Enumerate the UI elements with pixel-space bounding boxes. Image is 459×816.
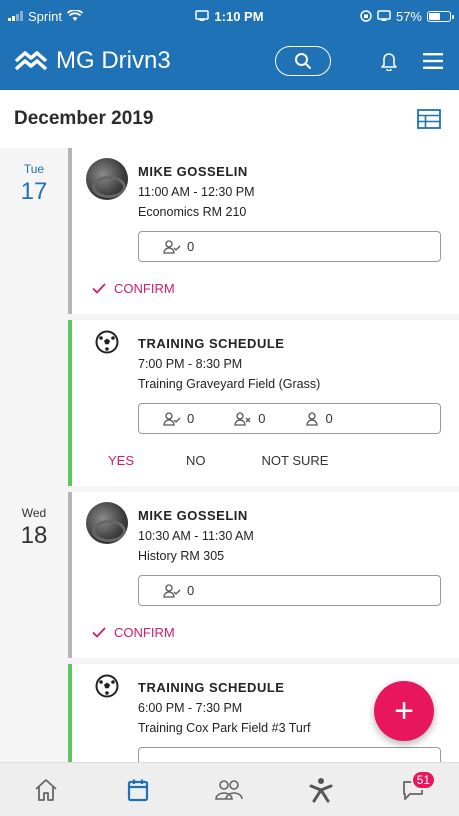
- bell-icon: [381, 53, 397, 71]
- unsure-value: 0: [325, 411, 333, 426]
- search-icon: [295, 53, 311, 69]
- team-icon: [215, 779, 244, 800]
- logo-icon: [14, 51, 48, 71]
- checkmark-icon: [92, 282, 106, 294]
- rsvp-no-button[interactable]: NO: [186, 453, 206, 468]
- month-title: December 2019: [14, 108, 154, 129]
- notifications-button[interactable]: [377, 49, 401, 73]
- event-time: 7:00 PM - 8:30 PM: [138, 357, 243, 371]
- battery-percent: 57%: [395, 8, 422, 24]
- soccer-ball-icon: [86, 674, 128, 706]
- unsure-count: 0: [305, 411, 333, 426]
- nav-home[interactable]: [21, 770, 71, 810]
- attendance-box[interactable]: 0: [138, 575, 441, 606]
- add-event-button[interactable]: +: [374, 681, 434, 741]
- status-center: 1:10 PM: [158, 9, 301, 24]
- attendance-box[interactable]: 0: [138, 231, 441, 262]
- event-name: MIKE GOSSELIN: [138, 164, 248, 179]
- activity-icon: [309, 777, 333, 802]
- avatar: [86, 502, 128, 544]
- rsvp-not-sure-button[interactable]: NOT SURE: [262, 453, 329, 468]
- status-time: 1:10 PM: [214, 8, 264, 24]
- day-label: Tue 17: [0, 148, 68, 492]
- carrier-label: Sprint: [28, 8, 62, 24]
- attending-count: 0: [163, 411, 194, 426]
- home-icon: [35, 778, 57, 801]
- person-check-icon: [163, 239, 181, 254]
- nav-activity[interactable]: [296, 770, 346, 810]
- attending-count: 0: [163, 583, 194, 598]
- checkmark-icon: [92, 626, 106, 638]
- event-card-class[interactable]: MIKE GOSSELIN 11:00 AM - 12:30 PM Econom…: [68, 148, 459, 314]
- search-button[interactable]: [275, 46, 331, 76]
- screen-mirror-icon: [195, 10, 210, 21]
- event-name: TRAINING SCHEDULE: [138, 336, 285, 351]
- soccer-ball-icon: [86, 330, 128, 362]
- event-time: 10:30 AM - 11:30 AM: [138, 529, 254, 543]
- day-events: MIKE GOSSELIN 11:00 AM - 12:30 PM Econom…: [68, 148, 459, 492]
- calendar-icon: [127, 779, 148, 801]
- confirm-label: CONFIRM: [114, 280, 175, 296]
- nav-team[interactable]: [204, 770, 254, 810]
- nav-calendar[interactable]: [113, 770, 163, 810]
- avatar: [86, 158, 128, 200]
- day-group-17: Tue 17 MIKE GOSSELIN 11:00 AM - 12:30 PM…: [0, 148, 459, 492]
- day-number: 17: [20, 178, 48, 205]
- orientation-lock-icon: [360, 10, 372, 22]
- attendance-box[interactable]: [138, 747, 441, 762]
- nav-chat[interactable]: 51: [388, 769, 438, 810]
- schedule-content[interactable]: December 2019 Tue 17 MIKE GOSSELIN 11:00…: [0, 90, 459, 762]
- month-header: December 2019: [0, 90, 459, 148]
- confirm-button[interactable]: CONFIRM: [86, 625, 175, 640]
- attending-value: 0: [187, 239, 195, 254]
- app-header: MG Drivn3: [0, 32, 459, 90]
- app-title: MG Drivn3: [56, 47, 171, 74]
- event-location: History RM 305: [138, 549, 225, 563]
- rsvp-actions: YES NO NOT SURE: [86, 434, 441, 486]
- person-x-icon: [234, 411, 251, 426]
- attending-value: 0: [187, 411, 195, 426]
- day-of-week: Wed: [21, 506, 47, 520]
- table-view-icon[interactable]: [417, 109, 441, 129]
- person-check-icon: [163, 583, 181, 598]
- chat-badge: 51: [410, 769, 437, 790]
- confirm-label: CONFIRM: [114, 624, 175, 640]
- status-bar: Sprint 1:10 PM 57%: [0, 0, 459, 32]
- confirm-button[interactable]: CONFIRM: [86, 281, 175, 296]
- attending-value: 0: [187, 583, 195, 598]
- event-name: MIKE GOSSELIN: [138, 508, 248, 523]
- screen-mirror-icon-right: [377, 10, 391, 21]
- person-icon: [306, 411, 319, 426]
- day-label: Wed 18: [0, 492, 68, 762]
- menu-button[interactable]: [421, 49, 445, 73]
- person-check-icon: [163, 411, 181, 426]
- declined-count: 0: [234, 411, 265, 426]
- status-right: 57%: [301, 8, 454, 24]
- hamburger-menu-icon: [423, 53, 443, 69]
- event-actions: CONFIRM: [86, 262, 441, 314]
- day-of-week: Tue: [23, 162, 45, 176]
- event-actions: CONFIRM: [86, 606, 441, 658]
- rsvp-yes-button[interactable]: YES: [108, 453, 134, 468]
- brand[interactable]: MG Drivn3: [14, 47, 275, 75]
- event-location: Economics RM 210: [138, 205, 247, 219]
- bottom-nav: 51: [0, 762, 459, 816]
- battery-icon: [427, 10, 454, 22]
- event-card-class[interactable]: MIKE GOSSELIN 10:30 AM - 11:30 AM Histor…: [68, 492, 459, 658]
- signal-icon: [8, 11, 23, 21]
- event-card-training[interactable]: TRAINING SCHEDULE 7:00 PM - 8:30 PM Trai…: [68, 320, 459, 486]
- attendance-box[interactable]: 0 0 0: [138, 403, 441, 434]
- event-location: Training Graveyard Field (Grass): [138, 377, 321, 391]
- plus-icon: +: [394, 692, 414, 730]
- status-left: Sprint: [8, 9, 158, 24]
- event-time: 11:00 AM - 12:30 PM: [138, 185, 255, 199]
- wifi-icon: [66, 10, 83, 21]
- day-number: 18: [20, 522, 48, 549]
- attending-count: 0: [163, 239, 194, 254]
- declined-value: 0: [258, 411, 266, 426]
